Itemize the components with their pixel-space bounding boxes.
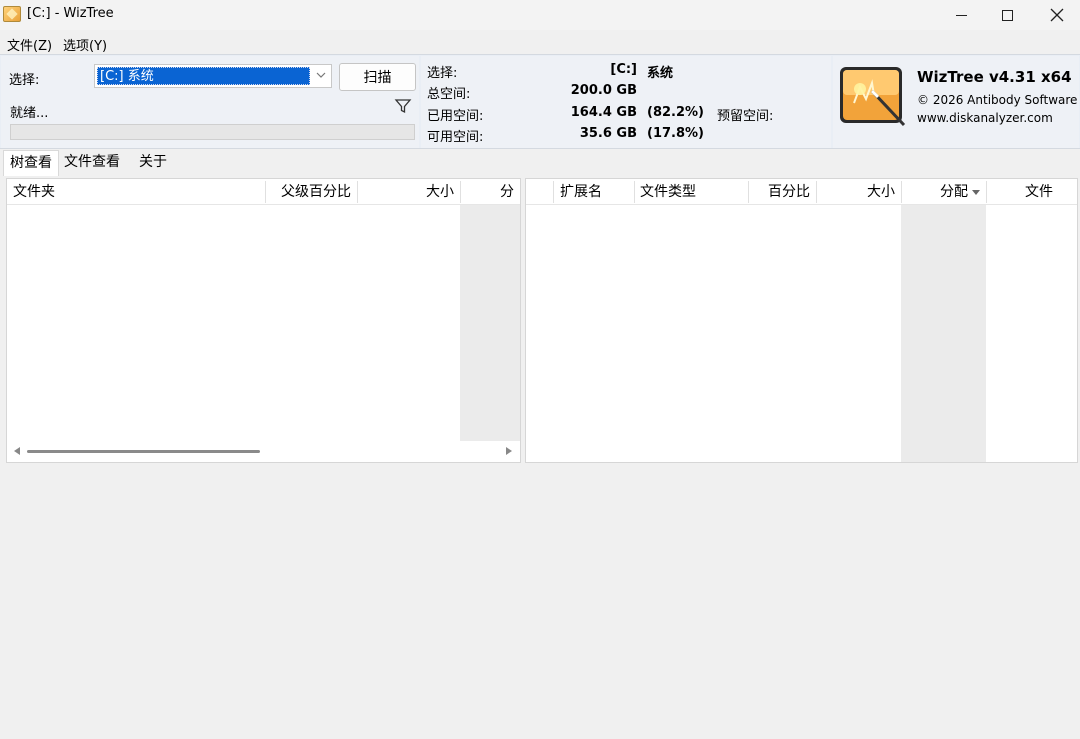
tree-header-row: 文件夹 父级百分比 大小 分 bbox=[7, 179, 520, 205]
drive-select[interactable]: [C:] 系统 bbox=[94, 64, 332, 88]
col-allocated[interactable]: 分 bbox=[460, 179, 520, 205]
status-text: 就绪... bbox=[10, 106, 49, 121]
scrollbar-thumb[interactable] bbox=[27, 450, 260, 453]
window-title: [C:] - WizTree bbox=[27, 6, 114, 21]
title-bar: [C:] - WizTree bbox=[0, 0, 1080, 30]
col-files[interactable]: 文件 bbox=[986, 179, 1059, 205]
close-button[interactable] bbox=[1034, 0, 1080, 30]
tab-about[interactable]: 关于 bbox=[133, 150, 173, 176]
info-select-name: 系统 bbox=[647, 66, 674, 81]
chevron-down-icon bbox=[316, 72, 326, 78]
extension-header-row: 扩展名 文件类型 百分比 大小 分配 文件 bbox=[526, 179, 1077, 205]
scroll-left-icon[interactable] bbox=[14, 447, 20, 455]
filter-icon[interactable] bbox=[394, 97, 412, 115]
tab-tree-view[interactable]: 树查看 bbox=[3, 150, 59, 176]
info-used-percent: (82.2%) bbox=[647, 105, 704, 120]
info-select-drive: [C:] bbox=[610, 62, 637, 77]
minimize-button[interactable] bbox=[938, 0, 984, 30]
info-select-label: 选择: bbox=[427, 66, 458, 81]
minimize-icon bbox=[955, 14, 967, 16]
tab-file-view[interactable]: 文件查看 bbox=[58, 150, 126, 176]
info-total-value: 200.0 GB bbox=[570, 83, 637, 98]
col-size[interactable]: 大小 bbox=[357, 179, 460, 205]
col-allocated-label: 分配 bbox=[940, 184, 968, 200]
scan-controls: 选择: [C:] 系统 扫描 就绪... bbox=[1, 56, 419, 148]
maximize-icon bbox=[1001, 9, 1013, 21]
menu-options[interactable]: 选项(Y) bbox=[63, 35, 107, 54]
folder-tree-panel[interactable]: 文件夹 父级百分比 大小 分 bbox=[6, 178, 521, 463]
maximize-button[interactable] bbox=[984, 0, 1030, 30]
col-extension[interactable]: 扩展名 bbox=[554, 179, 634, 205]
menu-file[interactable]: 文件(Z) bbox=[7, 35, 52, 54]
copyright-text: © 2026 Antibody Software bbox=[917, 93, 1078, 107]
extension-list-panel[interactable]: 扩展名 文件类型 百分比 大小 分配 文件 bbox=[525, 178, 1078, 463]
info-reserved-label: 预留空间: bbox=[717, 109, 774, 124]
info-free-label: 可用空间: bbox=[427, 130, 484, 145]
menu-bar: 文件(Z) 选项(Y) bbox=[0, 32, 1080, 54]
info-free-percent: (17.8%) bbox=[647, 126, 704, 141]
app-version-title: WizTree v4.31 x64 bbox=[917, 68, 1072, 86]
col-parent-percent[interactable]: 父级百分比 bbox=[265, 179, 357, 205]
about-logo: WizTree v4.31 x64 © 2026 Antibody Softwa… bbox=[833, 56, 1079, 148]
view-tabs: 树查看 文件查看 关于 bbox=[0, 150, 1080, 176]
col-folder[interactable]: 文件夹 bbox=[7, 179, 265, 205]
app-icon bbox=[3, 6, 21, 22]
sort-desc-icon bbox=[972, 189, 980, 195]
top-panel: 选择: [C:] 系统 扫描 就绪... 选择: [C:] 系统 总空间: 20… bbox=[0, 54, 1080, 149]
select-label: 选择: bbox=[9, 73, 40, 88]
drive-info: 选择: [C:] 系统 总空间: 200.0 GB 已用空间: 164.4 GB… bbox=[421, 56, 831, 148]
scan-button[interactable]: 扫描 bbox=[339, 63, 416, 91]
wiztree-logo-icon[interactable] bbox=[838, 63, 908, 129]
drive-select-value: [C:] 系统 bbox=[97, 67, 310, 85]
col-size[interactable]: 大小 bbox=[816, 179, 901, 205]
col-percent[interactable]: 百分比 bbox=[748, 179, 816, 205]
website-link[interactable]: www.diskanalyzer.com bbox=[917, 111, 1053, 125]
allocated-column-bg bbox=[901, 205, 986, 462]
scan-progress-bar bbox=[10, 124, 415, 140]
scroll-right-icon[interactable] bbox=[506, 447, 512, 455]
horizontal-scrollbar[interactable] bbox=[7, 441, 520, 462]
info-used-value: 164.4 GB bbox=[570, 105, 637, 120]
info-used-label: 已用空间: bbox=[427, 109, 484, 124]
col-file-type[interactable]: 文件类型 bbox=[634, 179, 748, 205]
allocated-column-bg bbox=[460, 205, 520, 441]
info-total-label: 总空间: bbox=[427, 87, 471, 102]
col-allocated-sorted[interactable]: 分配 bbox=[901, 179, 986, 205]
info-free-value: 35.6 GB bbox=[579, 126, 637, 141]
close-icon bbox=[1050, 8, 1064, 22]
